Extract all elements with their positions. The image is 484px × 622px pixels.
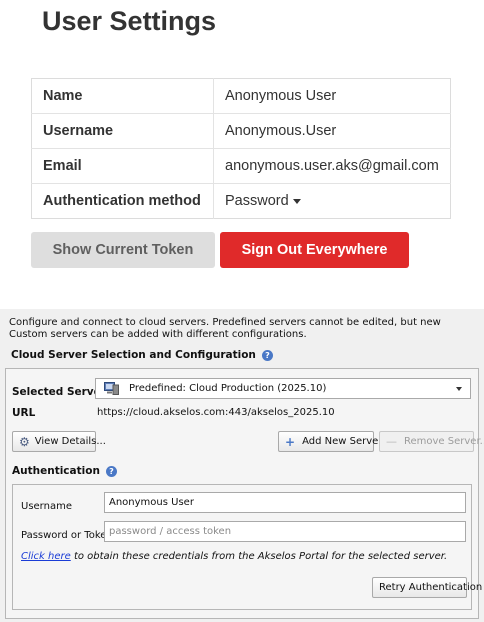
authentication-heading: Authentication ?: [12, 465, 117, 477]
email-key: Email: [31, 148, 214, 184]
password-label: Password or Token: [21, 530, 113, 541]
show-current-token-button[interactable]: Show Current Token: [31, 232, 215, 268]
add-new-server-button[interactable]: + Add New Server...: [278, 431, 391, 452]
gear-icon: ⚙: [19, 434, 30, 449]
caret-down-icon: [292, 198, 301, 204]
url-value: https://cloud.akselos.com:443/akselos_20…: [97, 407, 335, 418]
minus-icon: —: [386, 435, 397, 448]
help-icon[interactable]: ?: [105, 465, 117, 477]
description-text: Configure and connect to cloud servers. …: [9, 317, 441, 340]
remove-server-button[interactable]: — Remove Server...: [379, 431, 484, 452]
table-row: Email anonymous.user.aks@gmail.com: [31, 148, 451, 184]
name-key: Name: [31, 78, 214, 114]
portal-link[interactable]: Click here: [21, 551, 71, 562]
credentials-hint: Click here to obtain these credentials f…: [21, 551, 447, 562]
chevron-down-icon: [456, 387, 462, 391]
hint-text: to obtain these credentials from the Aks…: [70, 551, 448, 562]
table-row: Username Anonymous.User: [31, 113, 451, 149]
authentication-box: Username Password or Token Click here to…: [12, 484, 482, 610]
cloud-heading-label: Cloud Server Selection and Configuration: [11, 349, 256, 361]
email-value: anonymous.user.aks@gmail.com: [213, 148, 451, 184]
server-select[interactable]: Predefined: Cloud Production (2025.10): [95, 378, 471, 399]
view-details-button[interactable]: ⚙ View Details...: [12, 431, 106, 452]
name-value: Anonymous User: [213, 78, 451, 114]
cloud-settings-panel: Configure and connect to cloud servers. …: [0, 309, 484, 622]
password-input[interactable]: [104, 521, 466, 542]
view-details-label: View Details...: [34, 436, 106, 447]
cloud-groupbox: Selected Server Predefined: Cloud Produc…: [5, 368, 484, 619]
table-row: Name Anonymous User: [31, 78, 451, 114]
page-title: User Settings: [42, 6, 217, 36]
auth-heading-label: Authentication: [12, 465, 100, 477]
username-value: Anonymous.User: [213, 113, 451, 149]
user-info-table: Name Anonymous User Username Anonymous.U…: [31, 78, 451, 219]
server-select-value: Predefined: Cloud Production (2025.10): [129, 383, 327, 394]
retry-authentication-button[interactable]: Retry Authentication: [372, 577, 482, 598]
cloud-section-heading: Cloud Server Selection and Configuration…: [11, 349, 273, 361]
auth-method-key: Authentication method: [31, 183, 214, 219]
selected-server-label: Selected Server: [12, 386, 106, 398]
plus-icon: +: [285, 434, 296, 449]
username-label: Username: [21, 501, 72, 512]
add-server-label: Add New Server...: [302, 436, 392, 447]
auth-method-value: Password: [225, 193, 289, 209]
sign-out-everywhere-button[interactable]: Sign Out Everywhere: [220, 232, 409, 268]
username-key: Username: [31, 113, 214, 149]
table-row: Authentication method Password: [31, 183, 451, 219]
remove-server-label: Remove Server...: [404, 436, 484, 447]
help-icon[interactable]: ?: [261, 349, 273, 361]
url-label: URL: [12, 407, 36, 419]
auth-method-dropdown[interactable]: Password: [214, 184, 451, 219]
username-input[interactable]: [104, 492, 466, 513]
server-icon: [104, 382, 119, 395]
